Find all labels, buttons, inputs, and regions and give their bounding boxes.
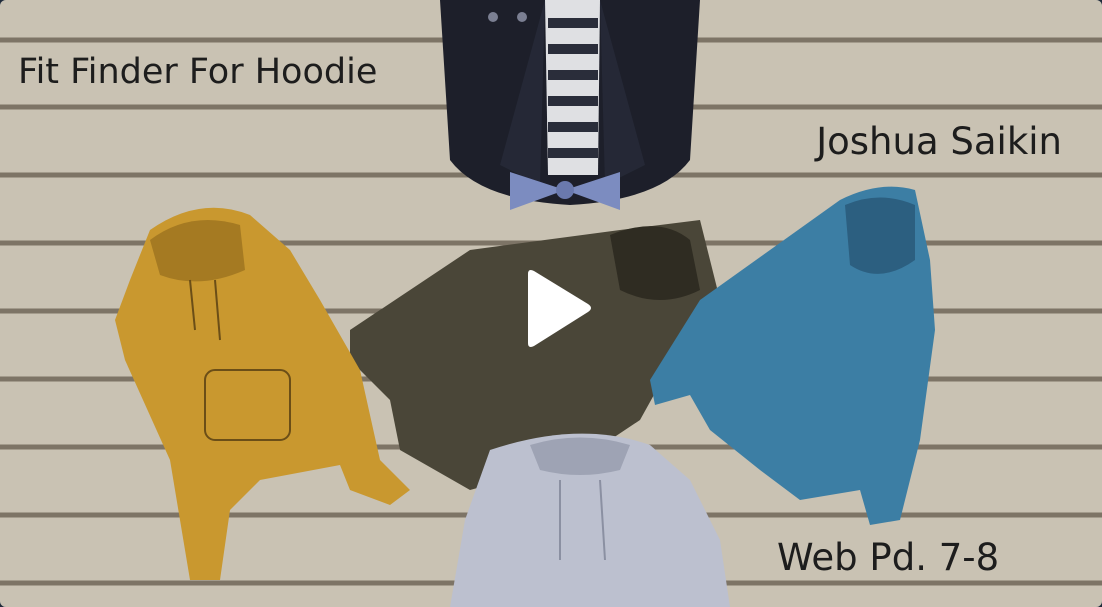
play-icon	[528, 270, 591, 347]
video-title: Fit Finder For Hoodie	[18, 52, 378, 92]
blazer-illustration	[440, 0, 700, 210]
author-name: Joshua Saikin	[816, 120, 1062, 163]
class-period: Web Pd. 7-8	[777, 536, 1000, 579]
play-button[interactable]	[506, 262, 602, 358]
video-player[interactable]: Fit Finder For Hoodie Joshua Saikin Web …	[0, 0, 1102, 607]
